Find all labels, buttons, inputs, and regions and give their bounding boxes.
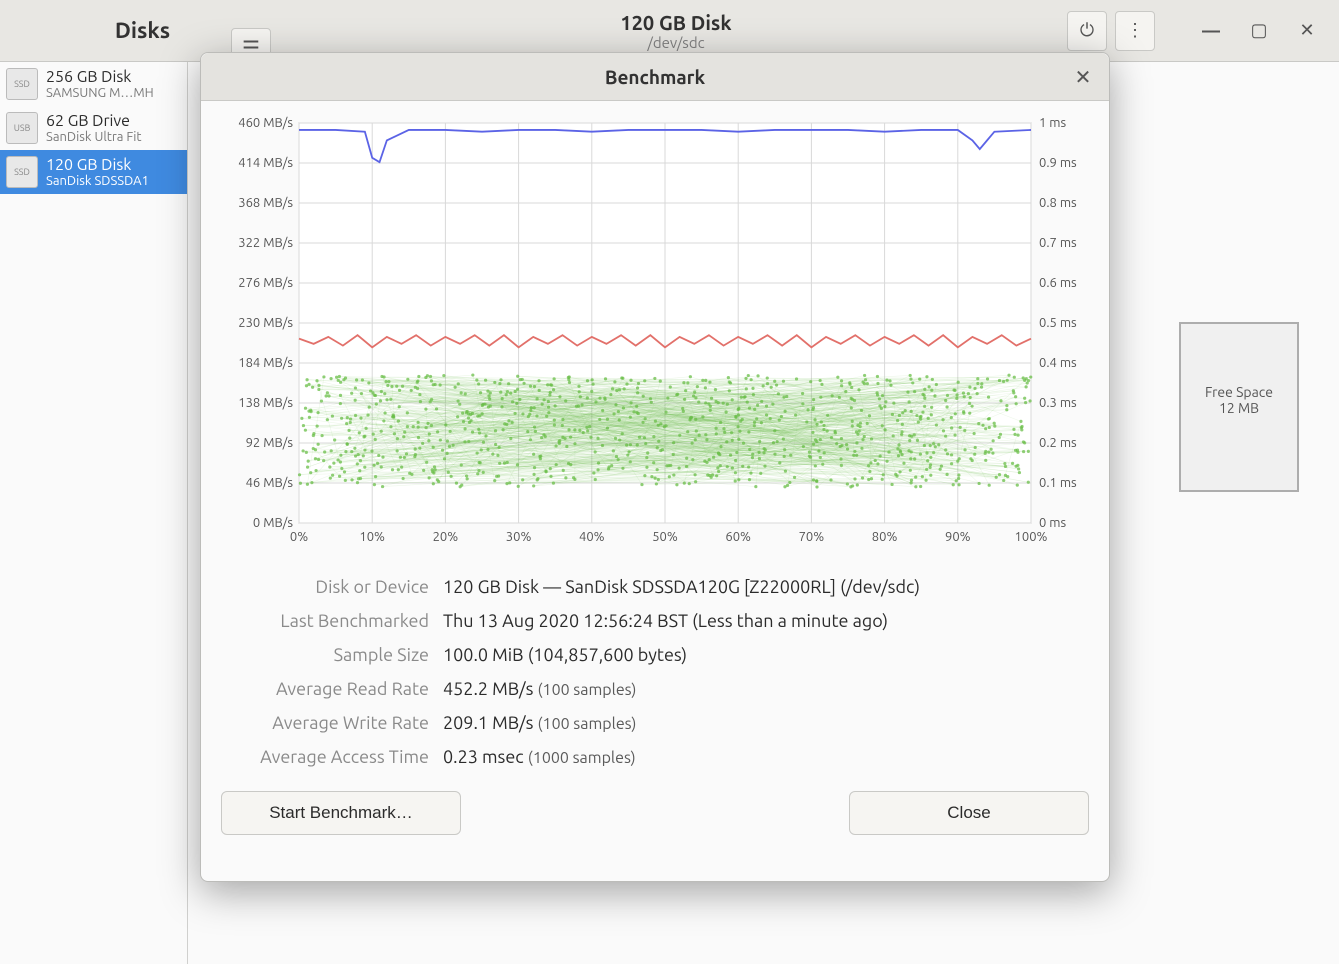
svg-text:0.2 ms: 0.2 ms: [1039, 436, 1077, 450]
info-last-label: Last Benchmarked: [221, 611, 429, 631]
svg-text:0.7 ms: 0.7 ms: [1039, 236, 1077, 250]
sidebar-item-title: 256 GB Disk: [46, 68, 154, 86]
dialog-close-button[interactable]: ✕: [1069, 63, 1097, 91]
power-button[interactable]: ⏻: [1067, 11, 1107, 51]
info-write-label: Average Write Rate: [221, 713, 429, 733]
svg-text:230 MB/s: 230 MB/s: [238, 316, 293, 330]
close-icon: ✕: [1075, 65, 1092, 89]
dialog-title: Benchmark: [605, 66, 705, 88]
svg-text:100%: 100%: [1015, 530, 1048, 544]
close-icon: ✕: [1299, 20, 1314, 41]
window-maximize-button[interactable]: ▢: [1239, 11, 1279, 51]
partition-map[interactable]: Free Space 12 MB: [1179, 322, 1299, 492]
header-disk-title: 120 GB Disk: [620, 11, 731, 34]
svg-text:46 MB/s: 46 MB/s: [246, 476, 294, 490]
svg-text:40%: 40%: [579, 530, 605, 544]
benchmark-chart: 0 MB/s 46 MB/s 92 MB/s 138 MB/s 184 MB/s 230 …: [221, 113, 1091, 553]
svg-text:0%: 0%: [290, 530, 308, 544]
svg-text:276 MB/s: 276 MB/s: [238, 276, 293, 290]
info-access-value: 0.23 msec (1000 samples): [443, 747, 1089, 767]
sidebar-item-disk-1[interactable]: USB 62 GB Drive SanDisk Ultra Fit: [0, 106, 187, 150]
svg-text:1 ms: 1 ms: [1039, 116, 1067, 130]
sidebar-item-subtitle: SAMSUNG M…MH: [46, 86, 154, 100]
svg-text:414 MB/s: 414 MB/s: [238, 156, 293, 170]
svg-text:0.8 ms: 0.8 ms: [1039, 196, 1077, 210]
window-minimize-button[interactable]: —: [1191, 11, 1231, 51]
svg-text:90%: 90%: [945, 530, 971, 544]
partition-label: Free Space: [1181, 384, 1297, 400]
info-last-value: Thu 13 Aug 2020 12:56:24 BST (Less than …: [443, 611, 1089, 631]
svg-text:0 MB/s: 0 MB/s: [253, 516, 293, 530]
sidebar-item-subtitle: SanDisk SDSSDA1: [46, 174, 149, 188]
info-write-value: 209.1 MB/s (100 samples): [443, 713, 1089, 733]
partition-size: 12 MB: [1181, 400, 1297, 416]
start-benchmark-button[interactable]: Start Benchmark…: [221, 791, 461, 835]
minimize-icon: —: [1202, 21, 1220, 41]
svg-text:20%: 20%: [433, 530, 459, 544]
svg-text:184 MB/s: 184 MB/s: [238, 356, 293, 370]
svg-text:10%: 10%: [359, 530, 385, 544]
benchmark-dialog: Benchmark ✕ 0 MB/s 46 MB/s 92 MB/s 138 MB/s…: [200, 52, 1110, 882]
ssd-icon: SSD: [6, 156, 38, 188]
sidebar-item-disk-0[interactable]: SSD 256 GB Disk SAMSUNG M…MH: [0, 62, 187, 106]
sidebar-item-title: 62 GB Drive: [46, 112, 142, 130]
info-sample-label: Sample Size: [221, 645, 429, 665]
maximize-icon: ▢: [1250, 20, 1267, 41]
svg-text:0.3 ms: 0.3 ms: [1039, 396, 1077, 410]
svg-text:460 MB/s: 460 MB/s: [238, 116, 293, 130]
svg-text:0.1 ms: 0.1 ms: [1039, 476, 1077, 490]
info-disk-label: Disk or Device: [221, 577, 429, 597]
svg-text:30%: 30%: [506, 530, 532, 544]
svg-text:50%: 50%: [652, 530, 678, 544]
close-button[interactable]: Close: [849, 791, 1089, 835]
info-access-label: Average Access Time: [221, 747, 429, 767]
kebab-icon: ⋮: [1126, 20, 1144, 41]
info-disk-value: 120 GB Disk — SanDisk SDSSDA120G [Z22000…: [443, 577, 1089, 597]
info-read-value: 452.2 MB/s (100 samples): [443, 679, 1089, 699]
header-disk-subtitle: /dev/sdc: [647, 34, 704, 51]
usb-icon: USB: [6, 112, 38, 144]
svg-text:0.9 ms: 0.9 ms: [1039, 156, 1077, 170]
window-close-button[interactable]: ✕: [1287, 11, 1327, 51]
svg-text:368 MB/s: 368 MB/s: [238, 196, 293, 210]
svg-text:80%: 80%: [872, 530, 898, 544]
svg-text:0.6 ms: 0.6 ms: [1039, 276, 1077, 290]
dialog-header: Benchmark ✕: [201, 53, 1109, 101]
benchmark-info: Disk or Device 120 GB Disk — SanDisk SDS…: [221, 577, 1089, 767]
svg-text:0 ms: 0 ms: [1039, 516, 1067, 530]
svg-text:0.4 ms: 0.4 ms: [1039, 356, 1077, 370]
ssd-icon: SSD: [6, 68, 38, 100]
sidebar-item-subtitle: SanDisk Ultra Fit: [46, 130, 142, 144]
sidebar-item-disk-2[interactable]: SSD 120 GB Disk SanDisk SDSSDA1: [0, 150, 187, 194]
power-icon: ⏻: [1080, 20, 1094, 41]
sidebar-item-title: 120 GB Disk: [46, 156, 149, 174]
svg-text:322 MB/s: 322 MB/s: [238, 236, 293, 250]
kebab-menu-button[interactable]: ⋮: [1115, 11, 1155, 51]
svg-text:92 MB/s: 92 MB/s: [246, 436, 294, 450]
app-title: Disks: [115, 18, 170, 43]
svg-text:0.5 ms: 0.5 ms: [1039, 316, 1077, 330]
sidebar: SSD 256 GB Disk SAMSUNG M…MH USB 62 GB D…: [0, 62, 188, 964]
svg-text:60%: 60%: [725, 530, 751, 544]
info-sample-value: 100.0 MiB (104,857,600 bytes): [443, 645, 1089, 665]
svg-text:138 MB/s: 138 MB/s: [238, 396, 293, 410]
info-read-label: Average Read Rate: [221, 679, 429, 699]
svg-text:70%: 70%: [799, 530, 825, 544]
